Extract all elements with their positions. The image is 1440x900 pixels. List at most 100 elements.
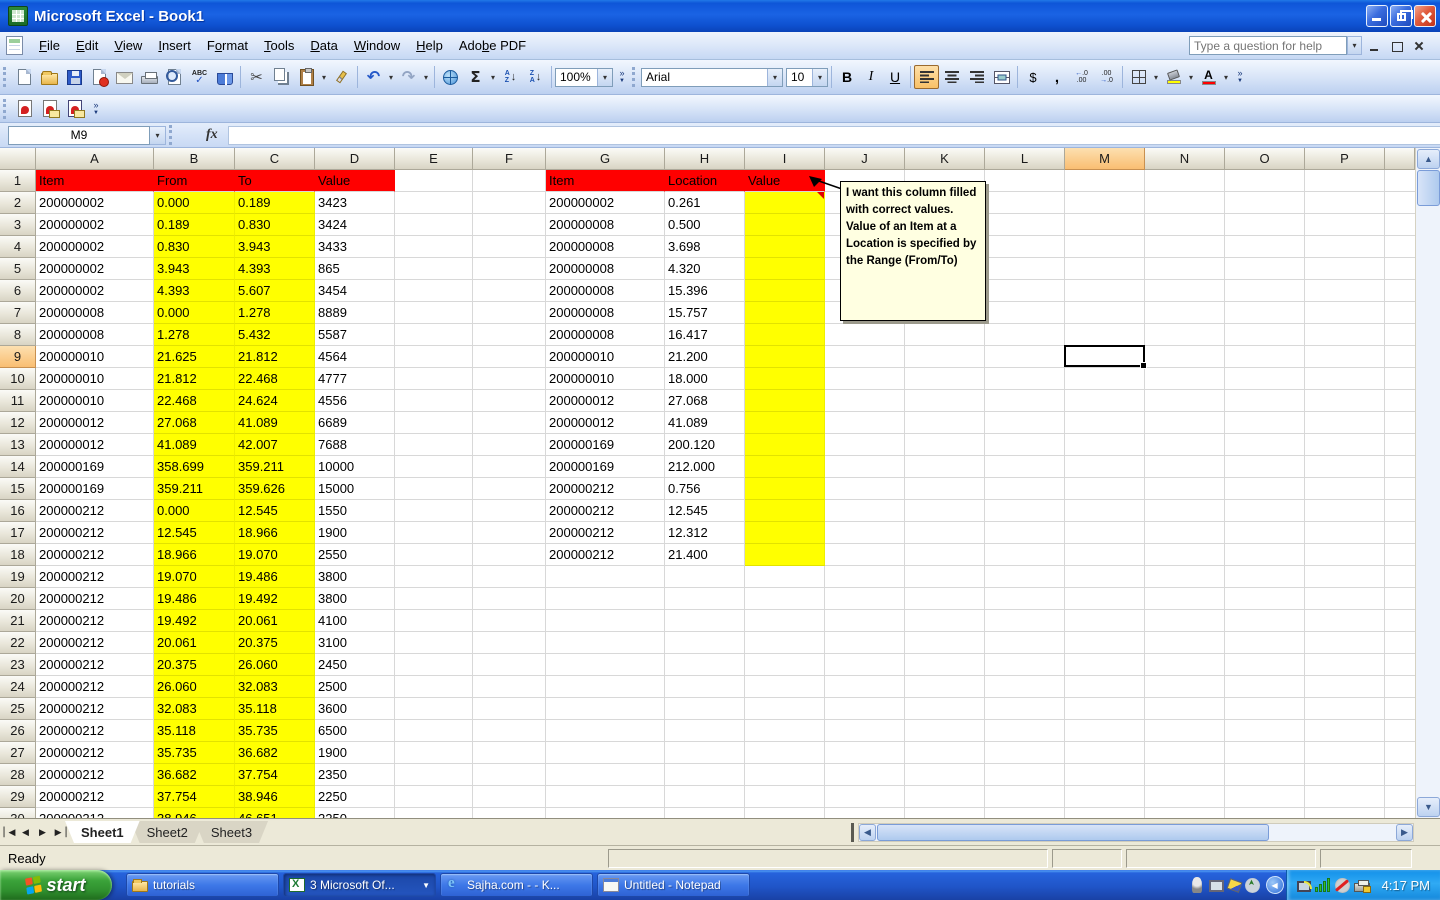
cell-L24[interactable] [985,676,1065,698]
workbook-minimize-icon[interactable] [1366,37,1384,55]
copy-button[interactable] [269,65,294,89]
zoom-combobox[interactable]: 100% [555,68,613,87]
cell-C20[interactable]: 19.492 [235,588,315,610]
new-document-button[interactable] [12,65,37,89]
cell-L20[interactable] [985,588,1065,610]
cell-K26[interactable] [905,720,985,742]
cell-L6[interactable] [985,280,1065,302]
cell-I25[interactable] [745,698,825,720]
row-header-22[interactable]: 22 [0,632,36,654]
cell-J17[interactable] [825,522,905,544]
cell-O9[interactable] [1225,346,1305,368]
cell-H9[interactable]: 21.200 [665,346,745,368]
cell-J15[interactable] [825,478,905,500]
align-left-button[interactable] [914,65,939,89]
cell-N3[interactable] [1145,214,1225,236]
cell-E19[interactable] [395,566,473,588]
cell-E29[interactable] [395,786,473,808]
column-header-K[interactable]: K [905,148,985,170]
vertical-scrollbar[interactable] [1415,148,1440,818]
cell-H13[interactable]: 200.120 [665,434,745,456]
cell-B12[interactable]: 27.068 [154,412,235,434]
cell-P23[interactable] [1305,654,1385,676]
cell-N18[interactable] [1145,544,1225,566]
cell-O26[interactable] [1225,720,1305,742]
cell-H3[interactable]: 0.500 [665,214,745,236]
cell-G26[interactable] [546,720,665,742]
cell-C25[interactable]: 35.118 [235,698,315,720]
column-header-D[interactable]: D [315,148,395,170]
cut-button[interactable] [244,65,269,89]
sheet-tab-sheet3[interactable]: Sheet3 [195,821,268,843]
cell-O15[interactable] [1225,478,1305,500]
cell-E8[interactable] [395,324,473,346]
restore-button[interactable] [1390,5,1412,27]
cell-E20[interactable] [395,588,473,610]
cell-H23[interactable] [665,654,745,676]
safely-remove-hardware-icon[interactable] [1245,878,1260,893]
cell-H22[interactable] [665,632,745,654]
cell-A16[interactable]: 200000212 [36,500,154,522]
comma-button[interactable]: , [1045,66,1069,88]
cell-F6[interactable] [473,280,546,302]
cell-M28[interactable] [1065,764,1145,786]
cell-E2[interactable] [395,192,473,214]
cell-B30[interactable]: 38.946 [154,808,235,818]
cell-G30[interactable] [546,808,665,818]
cell-P15[interactable] [1305,478,1385,500]
cell-A10[interactable]: 200000010 [36,368,154,390]
cell-G2[interactable]: 200000002 [546,192,665,214]
cell-C19[interactable]: 19.486 [235,566,315,588]
autosum-button[interactable]: Σ [463,65,488,89]
cell-G22[interactable] [546,632,665,654]
cell-P22[interactable] [1305,632,1385,654]
cell-A4[interactable]: 200000002 [36,236,154,258]
cell-K24[interactable] [905,676,985,698]
cell-E30[interactable] [395,808,473,818]
row-header-15[interactable]: 15 [0,478,36,500]
cell-M24[interactable] [1065,676,1145,698]
cell-D14[interactable]: 10000 [315,456,395,478]
cell-C26[interactable]: 35.735 [235,720,315,742]
horizontal-scrollbar[interactable] [858,823,1414,842]
cell-O27[interactable] [1225,742,1305,764]
cell-J13[interactable] [825,434,905,456]
cell-M2[interactable] [1065,192,1145,214]
cell-P16[interactable] [1305,500,1385,522]
cell-B11[interactable]: 22.468 [154,390,235,412]
cell-G15[interactable]: 200000212 [546,478,665,500]
cell-D19[interactable]: 3800 [315,566,395,588]
cell-A6[interactable]: 200000002 [36,280,154,302]
cell-O4[interactable] [1225,236,1305,258]
email-button[interactable] [112,65,137,89]
cell-E16[interactable] [395,500,473,522]
cell-L7[interactable] [985,302,1065,324]
menu-format[interactable]: Format [199,33,256,58]
antivirus-disabled-icon[interactable] [1335,878,1350,893]
cell-F2[interactable] [473,192,546,214]
cell-M29[interactable] [1065,786,1145,808]
borders-button[interactable] [1126,65,1151,89]
cell-K16[interactable] [905,500,985,522]
cell-A13[interactable]: 200000012 [36,434,154,456]
cell-C18[interactable]: 19.070 [235,544,315,566]
column-header-H[interactable]: H [665,148,745,170]
row-header-19[interactable]: 19 [0,566,36,588]
cell-J14[interactable] [825,456,905,478]
row-header-6[interactable]: 6 [0,280,36,302]
cell-D28[interactable]: 2350 [315,764,395,786]
cell-K14[interactable] [905,456,985,478]
cell-A30[interactable]: 200000212 [36,808,154,818]
cell-F25[interactable] [473,698,546,720]
cell-P2[interactable] [1305,192,1385,214]
cell-J29[interactable] [825,786,905,808]
cell-A7[interactable]: 200000008 [36,302,154,324]
cell-N28[interactable] [1145,764,1225,786]
cell-O23[interactable] [1225,654,1305,676]
cell-M8[interactable] [1065,324,1145,346]
cell-L3[interactable] [985,214,1065,236]
cell-H16[interactable]: 12.545 [665,500,745,522]
cell-A19[interactable]: 200000212 [36,566,154,588]
cell-I27[interactable] [745,742,825,764]
cell-L8[interactable] [985,324,1065,346]
